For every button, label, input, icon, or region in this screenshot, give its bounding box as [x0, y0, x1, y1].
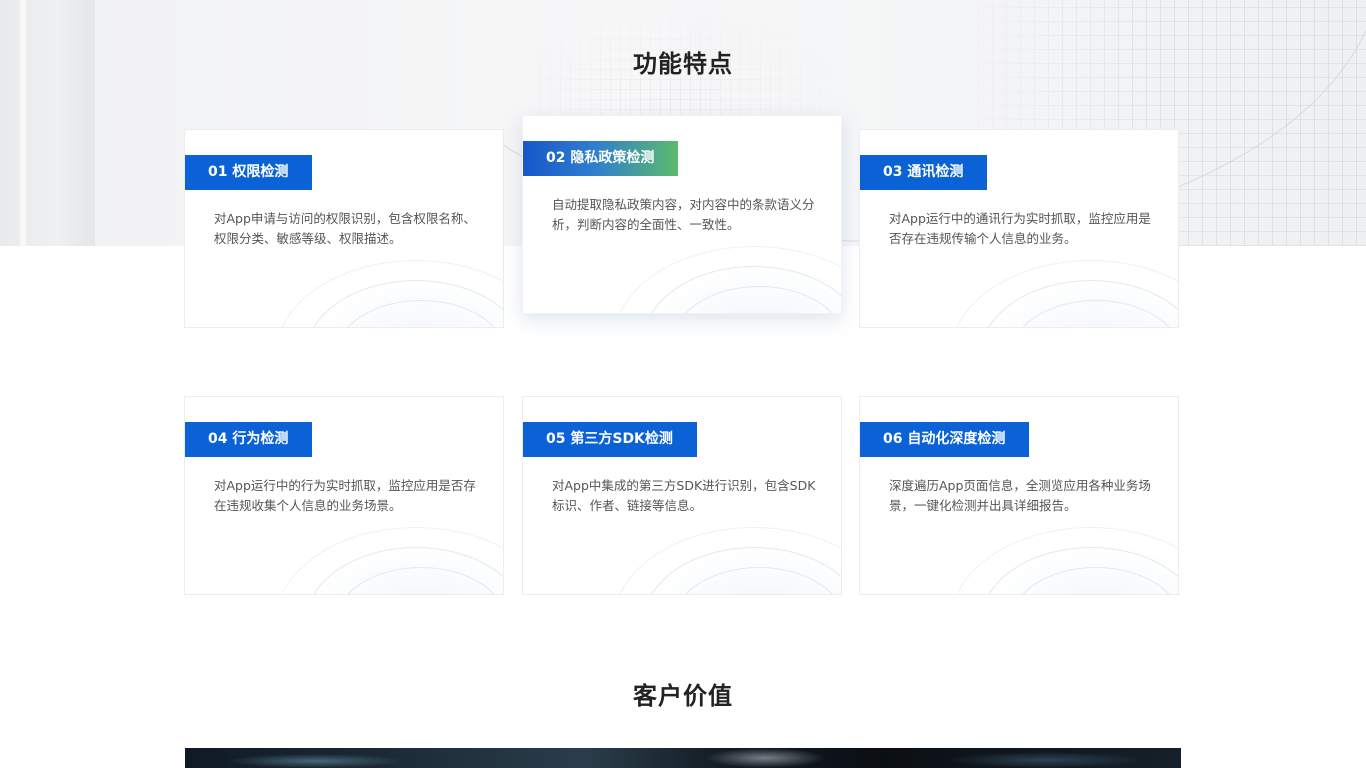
- feature-tag: 01 权限检测: [185, 155, 313, 190]
- feature-tag: 05 第三方SDK检测: [523, 422, 697, 457]
- feature-card-privacy-policy[interactable]: 02 隐私政策检测 自动提取隐私政策内容，对内容中的条款语义分析，判断内容的全面…: [522, 115, 842, 314]
- background-column: [0, 0, 95, 246]
- feature-card-automated-deep[interactable]: 06 自动化深度检测 深度遍历App页面信息，全测览应用各种业务场景，一键化检测…: [859, 396, 1179, 595]
- feature-tag: 04 行为检测: [185, 422, 313, 457]
- feature-card-third-party-sdk[interactable]: 05 第三方SDK检测 对App中集成的第三方SDK进行识别，包含SDK标识、作…: [522, 396, 842, 595]
- banner-light: [225, 754, 405, 768]
- banner-light: [705, 748, 825, 768]
- feature-card-communication[interactable]: 03 通讯检测 对App运行中的通讯行为实时抓取，监控应用是否存在违规传输个人信…: [859, 129, 1179, 328]
- customer-value-section-title: 客户价值: [633, 682, 733, 710]
- feature-description: 对App申请与访问的权限识别，包含权限名称、权限分类、敏感等级、权限描述。: [214, 211, 476, 246]
- feature-description: 深度遍历App页面信息，全测览应用各种业务场景，一键化检测并出具详细报告。: [889, 478, 1151, 513]
- banner-light: [945, 752, 1145, 768]
- background-column-edge: [20, 0, 26, 246]
- feature-tag: 02 隐私政策检测: [523, 141, 679, 176]
- feature-description: 对App运行中的行为实时抓取，监控应用是否存在违规收集个人信息的业务场景。: [214, 478, 476, 513]
- feature-card-behavior[interactable]: 04 行为检测 对App运行中的行为实时抓取，监控应用是否存在违规收集个人信息的…: [184, 396, 504, 595]
- feature-description: 自动提取隐私政策内容，对内容中的条款语义分析，判断内容的全面性、一致性。: [552, 197, 815, 232]
- feature-tag: 06 自动化深度检测: [860, 422, 1030, 457]
- feature-card-permission[interactable]: 01 权限检测 对App申请与访问的权限识别，包含权限名称、权限分类、敏感等级、…: [184, 129, 504, 328]
- feature-description: 对App运行中的通讯行为实时抓取，监控应用是否存在违规传输个人信息的业务。: [889, 211, 1151, 246]
- feature-tag: 03 通讯检测: [860, 155, 988, 190]
- feature-description: 对App中集成的第三方SDK进行识别，包含SDK标识、作者、链接等信息。: [552, 478, 816, 513]
- features-section-title: 功能特点: [633, 50, 733, 78]
- customer-value-banner-image: [185, 748, 1181, 768]
